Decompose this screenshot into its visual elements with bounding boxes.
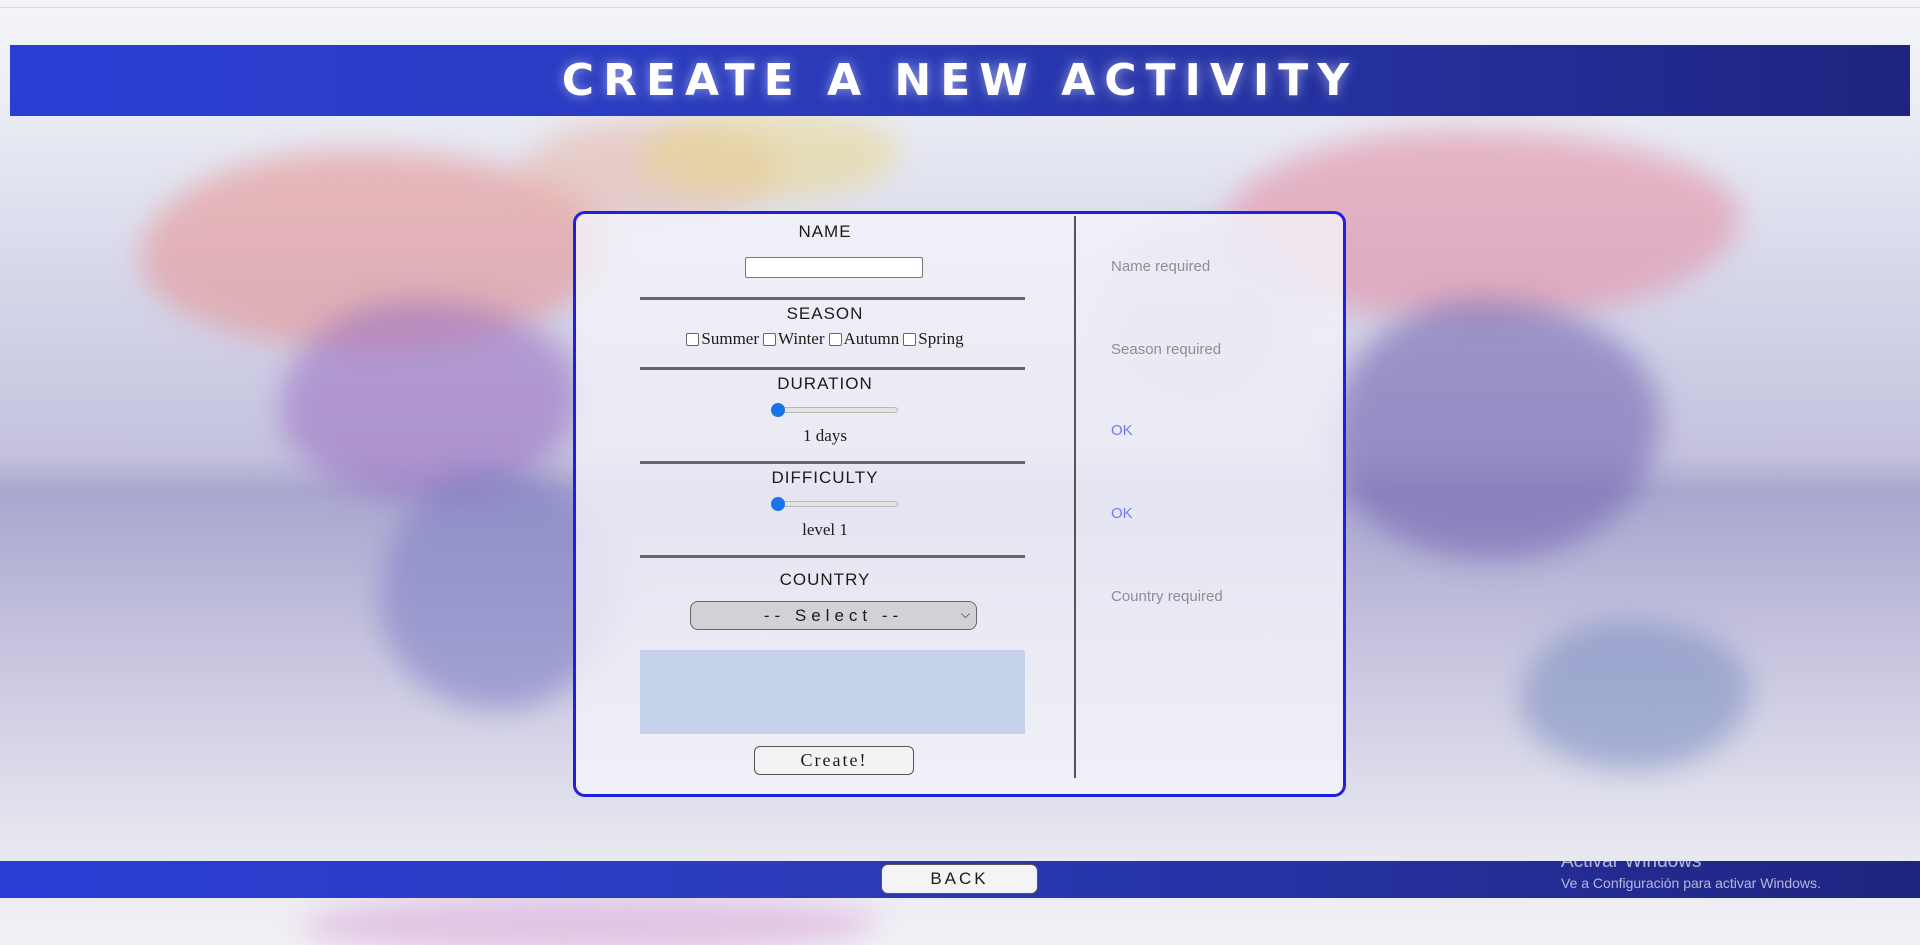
form-column: NAME SEASON Summer Winter Autumn Spring … xyxy=(576,214,1074,794)
back-button[interactable]: BACK xyxy=(881,864,1038,894)
create-button[interactable]: Create! xyxy=(754,746,914,775)
section-divider xyxy=(640,555,1025,558)
season-checkboxes: Summer Winter Autumn Spring xyxy=(576,329,1074,349)
slider-thumb[interactable] xyxy=(771,403,785,417)
page-title: CREATE A NEW ACTIVITY xyxy=(561,55,1359,106)
slider-track xyxy=(771,501,898,507)
slider-thumb[interactable] xyxy=(771,497,785,511)
name-input[interactable] xyxy=(745,257,923,278)
country-select-value: -- Select -- xyxy=(763,605,904,625)
chevron-down-icon: ⌵ xyxy=(960,607,970,621)
name-validation-message: Name required xyxy=(1111,258,1211,275)
difficulty-value: level 1 xyxy=(802,520,848,539)
country-label: COUNTRY xyxy=(779,570,871,589)
activity-form-card: NAME SEASON Summer Winter Autumn Spring … xyxy=(573,211,1346,797)
slider-track xyxy=(771,407,898,413)
country-select[interactable]: -- Select -- ⌵ xyxy=(690,601,977,630)
name-label: NAME xyxy=(798,222,852,241)
country-validation-message: Country required xyxy=(1111,588,1223,605)
season-option-summer[interactable]: Summer xyxy=(686,329,759,349)
season-validation-message: Season required xyxy=(1111,341,1222,358)
season-option-autumn[interactable]: Autumn xyxy=(828,329,899,349)
checkbox[interactable] xyxy=(686,332,700,346)
difficulty-slider[interactable] xyxy=(771,497,898,511)
section-divider xyxy=(640,297,1025,300)
activity-preview-box xyxy=(640,650,1025,734)
duration-validation-message: OK xyxy=(1111,422,1133,439)
checkbox[interactable] xyxy=(903,332,917,346)
duration-slider[interactable] xyxy=(771,403,898,417)
checkbox[interactable] xyxy=(828,332,842,346)
section-divider xyxy=(640,367,1025,370)
windows-activation-watermark: Activar Windows Ve a Configuración para … xyxy=(1561,851,1821,891)
difficulty-validation-message: OK xyxy=(1111,505,1133,522)
duration-value: 1 days xyxy=(803,426,847,445)
checkbox[interactable] xyxy=(763,332,776,346)
season-option-winter[interactable]: Winter xyxy=(763,329,825,349)
page-header: CREATE A NEW ACTIVITY xyxy=(10,45,1910,116)
top-divider xyxy=(0,7,1920,8)
season-option-spring[interactable]: Spring xyxy=(903,329,964,349)
difficulty-label: DIFFICULTY xyxy=(771,468,879,487)
duration-label: DURATION xyxy=(777,374,873,393)
season-label: SEASON xyxy=(786,304,864,323)
section-divider xyxy=(640,461,1025,464)
watermark-title: Activar Windows xyxy=(1561,851,1702,872)
column-divider xyxy=(1074,216,1076,778)
watermark-subtitle: Ve a Configuración para activar Windows. xyxy=(1561,875,1821,891)
